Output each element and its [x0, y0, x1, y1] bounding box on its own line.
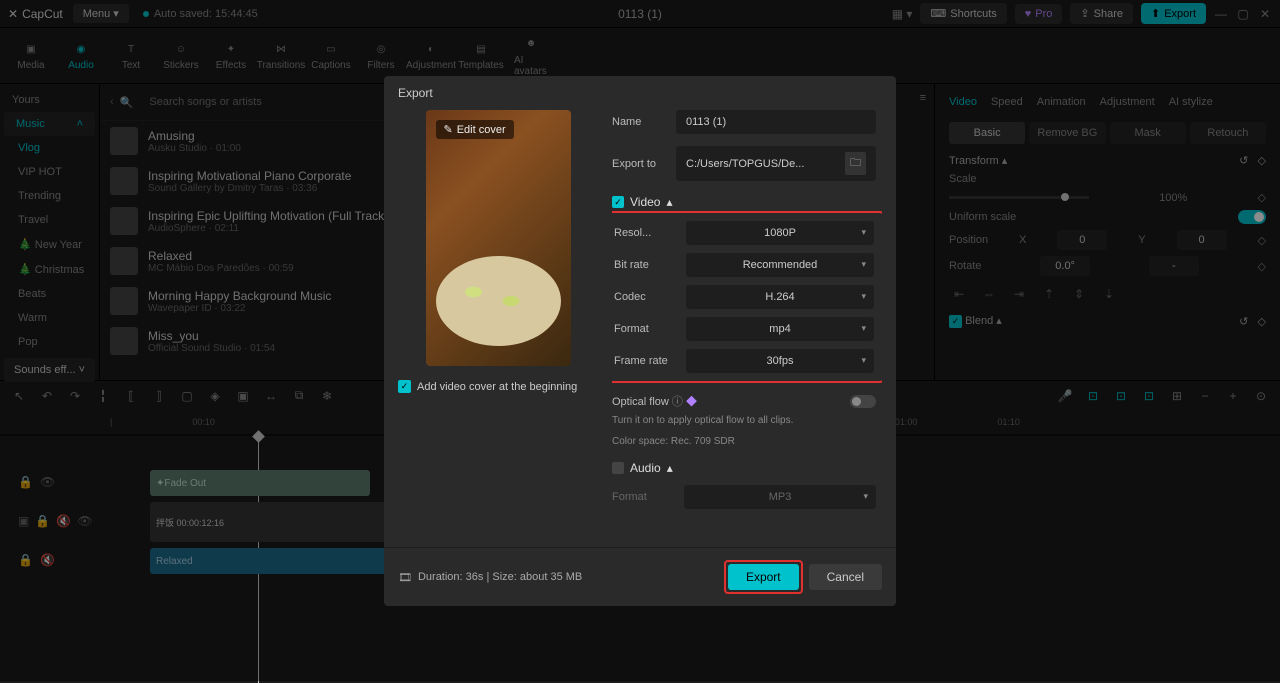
exportto-label: Export to	[612, 158, 676, 170]
add-cover-checkbox[interactable]: ✓ Add video cover at the beginning	[398, 380, 598, 393]
export-modal: Export ✎ Edit cover ✓ Add video cover at t…	[384, 76, 896, 606]
path-text: C:/Users/TOPGUS/De...	[686, 158, 804, 170]
video-settings-highlight: Resol...1080P Bit rateRecommended CodecH…	[612, 211, 882, 383]
collapse-icon: ▴	[667, 461, 673, 475]
audio-format-select[interactable]: MP3	[684, 485, 876, 509]
modal-body: ✎ Edit cover ✓ Add video cover at the begi…	[384, 110, 896, 547]
colorspace-text: Color space: Rec. 709 SDR	[612, 436, 876, 447]
exportto-input[interactable]: C:/Users/TOPGUS/De... 🗀	[676, 146, 876, 181]
fps-label: Frame rate	[614, 355, 686, 367]
opticalflow-hint: Turn it on to apply optical flow to all …	[612, 415, 876, 426]
name-label: Name	[612, 116, 676, 128]
cover-preview: ✎ Edit cover	[426, 110, 571, 366]
exportto-row: Export to C:/Users/TOPGUS/De... 🗀	[612, 146, 876, 181]
modal-footer: 🎞 Duration: 36s | Size: about 35 MB Expor…	[384, 547, 896, 606]
opticalflow-row: Optical flow ⓘ ◆	[612, 393, 876, 409]
fps-select[interactable]: 30fps	[686, 349, 874, 373]
info-icon[interactable]: ⓘ	[672, 396, 683, 408]
codec-select[interactable]: H.264	[686, 285, 874, 309]
audio-section-header[interactable]: ✓ Audio ▴	[612, 461, 876, 475]
audio-section-label: Audio	[630, 461, 661, 475]
export-button[interactable]: Export	[728, 564, 799, 590]
name-input[interactable]	[676, 110, 876, 134]
name-row: Name	[612, 110, 876, 134]
film-icon: 🎞	[398, 571, 412, 584]
cover-column: ✎ Edit cover ✓ Add video cover at the begi…	[398, 110, 598, 547]
format-label: Format	[614, 323, 686, 335]
check-icon: ✓	[398, 380, 411, 393]
edit-cover-label: Edit cover	[457, 124, 506, 136]
resolution-label: Resol...	[614, 227, 686, 239]
export-form: Name Export to C:/Users/TOPGUS/De... 🗀 ✓ Vi…	[612, 110, 882, 547]
bitrate-label: Bit rate	[614, 259, 686, 271]
video-section-label: Video	[630, 195, 660, 209]
diamond-icon: ◆	[686, 396, 697, 408]
modal-title: Export	[384, 76, 896, 110]
export-button-highlight: Export	[724, 560, 803, 594]
duration-info: 🎞 Duration: 36s | Size: about 35 MB	[398, 571, 582, 584]
cancel-button[interactable]: Cancel	[809, 564, 882, 590]
audio-check[interactable]: ✓	[612, 462, 624, 474]
add-cover-label: Add video cover at the beginning	[417, 381, 577, 393]
resolution-row: Resol...1080P	[614, 221, 874, 245]
folder-icon[interactable]: 🗀	[845, 152, 866, 175]
video-check[interactable]: ✓	[612, 196, 624, 208]
pencil-icon: ✎	[444, 123, 453, 136]
video-section-header[interactable]: ✓ Video ▴	[612, 195, 876, 209]
format-select[interactable]: mp4	[686, 317, 874, 341]
audio-format-row: FormatMP3	[612, 485, 876, 509]
opticalflow-label: Optical flow	[612, 396, 669, 408]
resolution-select[interactable]: 1080P	[686, 221, 874, 245]
opticalflow-toggle[interactable]	[850, 395, 876, 408]
collapse-icon: ▴	[666, 195, 672, 209]
bitrate-row: Bit rateRecommended	[614, 253, 874, 277]
edit-cover-button[interactable]: ✎ Edit cover	[436, 120, 514, 139]
duration-text: Duration: 36s | Size: about 35 MB	[418, 571, 582, 583]
cover-food	[436, 256, 561, 346]
audio-format-label: Format	[612, 491, 684, 503]
codec-row: CodecH.264	[614, 285, 874, 309]
codec-label: Codec	[614, 291, 686, 303]
bitrate-select[interactable]: Recommended	[686, 253, 874, 277]
modal-buttons: Export Cancel	[724, 560, 882, 594]
fps-row: Frame rate30fps	[614, 349, 874, 373]
format-row: Formatmp4	[614, 317, 874, 341]
